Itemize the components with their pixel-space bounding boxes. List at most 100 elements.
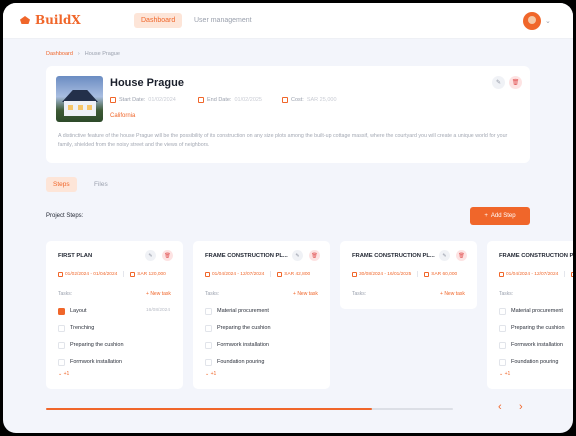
new-task-button[interactable]: + New task <box>293 291 318 297</box>
delete-step-button[interactable]: 🗑 <box>162 250 173 261</box>
task-checkbox[interactable] <box>205 307 212 315</box>
carousel-scrollbar[interactable] <box>46 408 453 410</box>
step-card[interactable]: FIRST PLAN ✎ 🗑 01/02/2024 - 01/04/2024 SAR 1… <box>46 241 183 389</box>
task-label: Preparing the cushion <box>217 325 271 331</box>
task-checkbox[interactable] <box>205 324 212 332</box>
logo-text: BuildX <box>35 13 81 27</box>
wallet-icon <box>130 271 136 277</box>
logo[interactable]: BuildX <box>20 13 81 27</box>
task-checkbox[interactable] <box>205 358 212 366</box>
new-task-label: New task <box>297 291 318 297</box>
task-item[interactable]: Preparing the cushion <box>205 323 271 333</box>
task-item[interactable]: Preparing the cushion <box>58 340 124 350</box>
task-checkbox[interactable] <box>499 307 506 315</box>
end-date-value: 01/02/2025 <box>234 97 262 103</box>
task-label: Preparing the cushion <box>511 325 565 331</box>
task-item[interactable]: Layout <box>58 306 87 316</box>
delete-step-button[interactable]: 🗑 <box>456 250 467 261</box>
step-title: FRAME CONSTRUCTION PL... <box>499 253 573 259</box>
step-dates: 01/02/2024 - 01/04/2024 SAR 120,000 <box>58 271 166 277</box>
task-checkbox[interactable] <box>205 341 212 349</box>
step-date-range: 01/04/2024 - 12/07/2024 <box>506 271 559 277</box>
start-date-value: 01/02/2024 <box>148 97 176 103</box>
step-cost: SAR 60,000 <box>431 271 458 277</box>
start-date: Start Date: 01/02/2024 <box>110 97 176 103</box>
task-checkbox[interactable] <box>499 341 506 349</box>
tab-steps[interactable]: Steps <box>46 177 77 192</box>
tasks-label: Tasks: <box>58 291 73 297</box>
new-task-button[interactable]: + New task <box>440 291 465 297</box>
edit-step-button[interactable]: ✎ <box>292 250 303 261</box>
task-item[interactable]: Foundation pouring <box>499 357 558 367</box>
step-dates: 01/04/2024 - 12/07/2024 SAR 42,800 <box>205 271 310 277</box>
nav-dashboard[interactable]: Dashboard <box>134 13 183 28</box>
step-date-range: 01/04/2024 - 12/07/2024 <box>212 271 265 277</box>
wallet-icon <box>424 271 430 277</box>
calendar-icon <box>499 271 504 277</box>
step-title: FRAME CONSTRUCTION PL... <box>205 253 288 259</box>
step-card[interactable]: FRAME CONSTRUCTION PL... ✎ 🗑 01/04/2024 - 1… <box>193 241 330 389</box>
task-checkbox[interactable] <box>499 324 506 332</box>
calendar-icon <box>110 97 116 103</box>
app-window: BuildX Dashboard User management ⌄ Dashb… <box>3 3 573 433</box>
task-checkbox[interactable] <box>58 358 65 366</box>
task-checkbox[interactable] <box>58 341 65 349</box>
carousel-scroll-thumb[interactable] <box>46 408 372 410</box>
task-item[interactable]: Foundation pouring <box>205 357 264 367</box>
new-task-label: New task <box>444 291 465 297</box>
task-checkbox[interactable] <box>58 324 65 332</box>
task-date: 16/08/2024 <box>146 308 171 313</box>
project-location: California <box>110 113 136 119</box>
task-item[interactable]: Trenching <box>58 323 94 333</box>
more-tasks-link[interactable]: ⌄ +1 <box>499 371 510 377</box>
step-dates: 30/08/2024 - 16/01/2025 SAR 60,000 <box>352 271 457 277</box>
add-step-button[interactable]: + Add Step <box>470 207 530 225</box>
tasks-label: Tasks: <box>352 291 367 297</box>
more-tasks-link[interactable]: ⌄ +1 <box>205 371 216 377</box>
chevron-right-icon[interactable]: › <box>519 401 523 413</box>
tab-files[interactable]: Files <box>87 177 115 192</box>
step-date-range: 30/08/2024 - 16/01/2025 <box>359 271 412 277</box>
step-title: FRAME CONSTRUCTION PL... <box>352 253 435 259</box>
task-label: Material procurement <box>511 308 563 314</box>
task-item[interactable]: Preparing the cushion <box>499 323 565 333</box>
cost-value: SAR 25,000 <box>306 97 337 103</box>
chevron-down-icon[interactable]: ⌄ <box>545 17 551 25</box>
project-description: A distinctive feature of the house Pragu… <box>58 133 508 148</box>
delete-step-button[interactable]: 🗑 <box>309 250 320 261</box>
delete-project-button[interactable]: 🗑 <box>509 76 522 89</box>
task-checkbox[interactable] <box>499 358 506 366</box>
task-item[interactable]: Formwork installation <box>58 357 122 367</box>
calendar-icon <box>352 271 357 277</box>
end-date: End Date: 01/02/2025 <box>198 97 262 103</box>
task-label: Foundation pouring <box>217 359 265 365</box>
step-cost: SAR 120,000 <box>137 271 166 277</box>
task-item[interactable]: Material procurement <box>205 306 269 316</box>
new-task-button[interactable]: + New task <box>146 291 171 297</box>
task-label: Formwork installation <box>511 342 563 348</box>
task-item[interactable]: Formwork installation <box>499 340 563 350</box>
task-label: Foundation pouring <box>511 359 559 365</box>
task-item[interactable]: Material procurement <box>499 306 563 316</box>
step-card[interactable]: FRAME CONSTRUCTION PL... ✎ 🗑 30/08/2024 - 1… <box>340 241 477 309</box>
task-item[interactable]: Formwork installation <box>205 340 269 350</box>
edit-step-button[interactable]: ✎ <box>145 250 156 261</box>
new-task-label: New task <box>150 291 171 297</box>
step-card[interactable]: FRAME CONSTRUCTION PL...✎🗑01/04/2024 - 1… <box>487 241 573 389</box>
start-date-label: Start Date: <box>119 97 146 103</box>
tasks-label: Tasks: <box>205 291 220 297</box>
step-date-range: 01/02/2024 - 01/04/2024 <box>65 271 118 277</box>
calendar-icon <box>58 271 63 277</box>
more-tasks-link[interactable]: ⌄ +1 <box>58 371 69 377</box>
more-tasks-count: +1 <box>210 371 217 377</box>
chevron-left-icon[interactable]: ‹ <box>498 401 502 413</box>
trash-icon: 🗑 <box>511 80 520 86</box>
wallet-icon <box>282 97 288 103</box>
nav-user-management[interactable]: User management <box>187 13 259 28</box>
task-checkbox[interactable] <box>58 307 65 315</box>
pencil-icon: ✎ <box>442 252 447 259</box>
edit-project-button[interactable]: ✎ <box>492 76 505 89</box>
avatar[interactable] <box>523 12 541 30</box>
edit-step-button[interactable]: ✎ <box>439 250 450 261</box>
breadcrumb-dashboard[interactable]: Dashboard <box>46 51 73 57</box>
